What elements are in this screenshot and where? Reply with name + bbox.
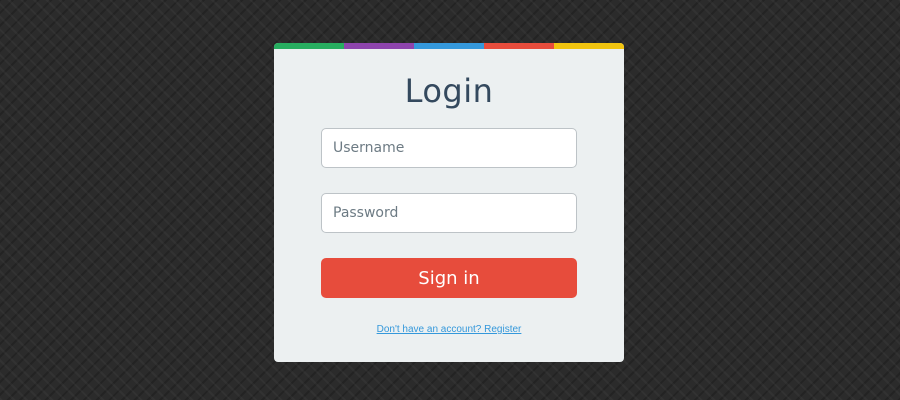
- accent-stripe-red: [484, 43, 554, 49]
- sign-in-button[interactable]: Sign in: [321, 258, 577, 298]
- accent-stripe-yellow: [554, 43, 624, 49]
- login-card: Login Sign in Don't have an account? Reg…: [274, 43, 624, 362]
- login-title: Login: [404, 72, 494, 110]
- accent-color-bar: [274, 43, 624, 49]
- password-input[interactable]: [321, 193, 577, 233]
- accent-stripe-green: [274, 43, 344, 49]
- register-link[interactable]: Don't have an account? Register: [274, 324, 624, 335]
- username-input[interactable]: [321, 128, 577, 168]
- accent-stripe-blue: [414, 43, 484, 49]
- accent-stripe-purple: [344, 43, 414, 49]
